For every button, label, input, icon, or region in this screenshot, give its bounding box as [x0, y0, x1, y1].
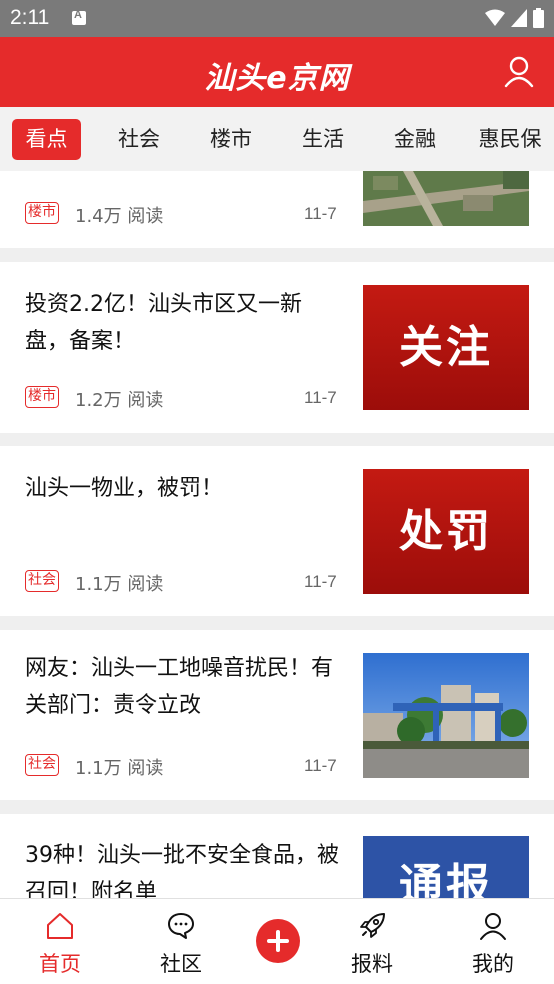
tab-life[interactable]: 生活 — [288, 119, 358, 160]
status-time: 2:11 — [10, 6, 50, 29]
nav-mine-label: 我的 — [472, 952, 514, 976]
publish-date: 11-7 — [304, 204, 337, 223]
chat-bubble-icon — [168, 913, 194, 939]
news-card[interactable]: 投资2.2亿！汕头市区又一新盘，备案！ 楼市 1.2万 阅读 11-7 关注 — [0, 262, 554, 433]
news-thumbnail: 处罚 — [363, 469, 529, 594]
news-title: 投资2.2亿！汕头市区又一新盘，备案！ — [25, 292, 302, 354]
news-title: 汕头一物业，被罚！ — [25, 476, 224, 501]
battery-icon — [533, 8, 544, 28]
tab-finance[interactable]: 金融 — [380, 119, 450, 160]
publish-date: 11-7 — [304, 756, 337, 775]
tab-society[interactable]: 社会 — [104, 119, 174, 160]
news-card[interactable]: 网友：汕头一工地噪音扰民！有关部门：责令立改 社会 1.1万 阅读 11-7 — [0, 630, 554, 800]
bottom-navigation: 首页 社区 报料 我的 — [0, 898, 554, 984]
user-profile-icon[interactable] — [504, 56, 534, 88]
news-title: 网友：汕头一工地噪音扰民！有关部门：责令立改 — [25, 656, 334, 718]
category-tag: 社会 — [25, 754, 59, 776]
notification-icon — [72, 9, 86, 25]
news-thumbnail: 通报 — [363, 836, 529, 898]
tab-kandian[interactable]: 看点 — [12, 119, 81, 160]
nav-home[interactable]: 首页 — [15, 899, 105, 984]
news-card[interactable]: 汕头一物业，被罚！ 社会 1.1万 阅读 11-7 处罚 — [0, 446, 554, 616]
app-logo: 汕头e京网 — [204, 61, 350, 96]
read-count: 1.2万 阅读 — [75, 390, 164, 411]
publish-date: 11-7 — [304, 572, 337, 591]
news-title: 39种！汕头一批不安全食品，被召回！附名单 — [25, 843, 339, 898]
read-count: 1.1万 阅读 — [75, 574, 164, 595]
news-feed: 楼市 1.4万 阅读 11-7 投资2.2亿！汕头市区又一新盘，备案！ 楼市 1… — [0, 171, 554, 898]
news-card[interactable]: 楼市 1.4万 阅读 11-7 — [0, 171, 554, 248]
nav-home-label: 首页 — [39, 952, 81, 976]
nav-community[interactable]: 社区 — [136, 899, 226, 984]
category-tag: 社会 — [25, 570, 59, 592]
news-thumbnail — [363, 171, 529, 226]
tab-huiminbao[interactable]: 惠民保 — [470, 119, 550, 160]
plus-icon[interactable] — [256, 919, 300, 963]
signal-icon — [511, 9, 527, 27]
category-tabs: 看点 社会 楼市 生活 金融 惠民保 — [0, 107, 554, 171]
home-icon — [47, 913, 73, 939]
publish-date: 11-7 — [304, 388, 337, 407]
app-header: 汕头e京网 — [0, 37, 554, 107]
news-thumbnail: 关注 — [363, 285, 529, 410]
category-tag: 楼市 — [25, 386, 59, 408]
category-tag: 楼市 — [25, 202, 59, 224]
rocket-icon — [360, 913, 385, 938]
read-count: 1.4万 阅读 — [75, 206, 164, 227]
news-card[interactable]: 39种！汕头一批不安全食品，被召回！附名单 通报 — [0, 814, 554, 898]
nav-mine[interactable]: 我的 — [448, 899, 538, 984]
status-icons — [485, 8, 544, 28]
user-icon — [480, 913, 506, 940]
tab-property[interactable]: 楼市 — [196, 119, 266, 160]
news-thumbnail — [363, 653, 529, 778]
status-bar: 2:11 — [0, 0, 554, 37]
wifi-icon — [485, 9, 505, 26]
nav-report-label: 报料 — [351, 952, 393, 976]
nav-community-label: 社区 — [160, 952, 202, 976]
read-count: 1.1万 阅读 — [75, 758, 164, 779]
nav-report[interactable]: 报料 — [327, 899, 417, 984]
